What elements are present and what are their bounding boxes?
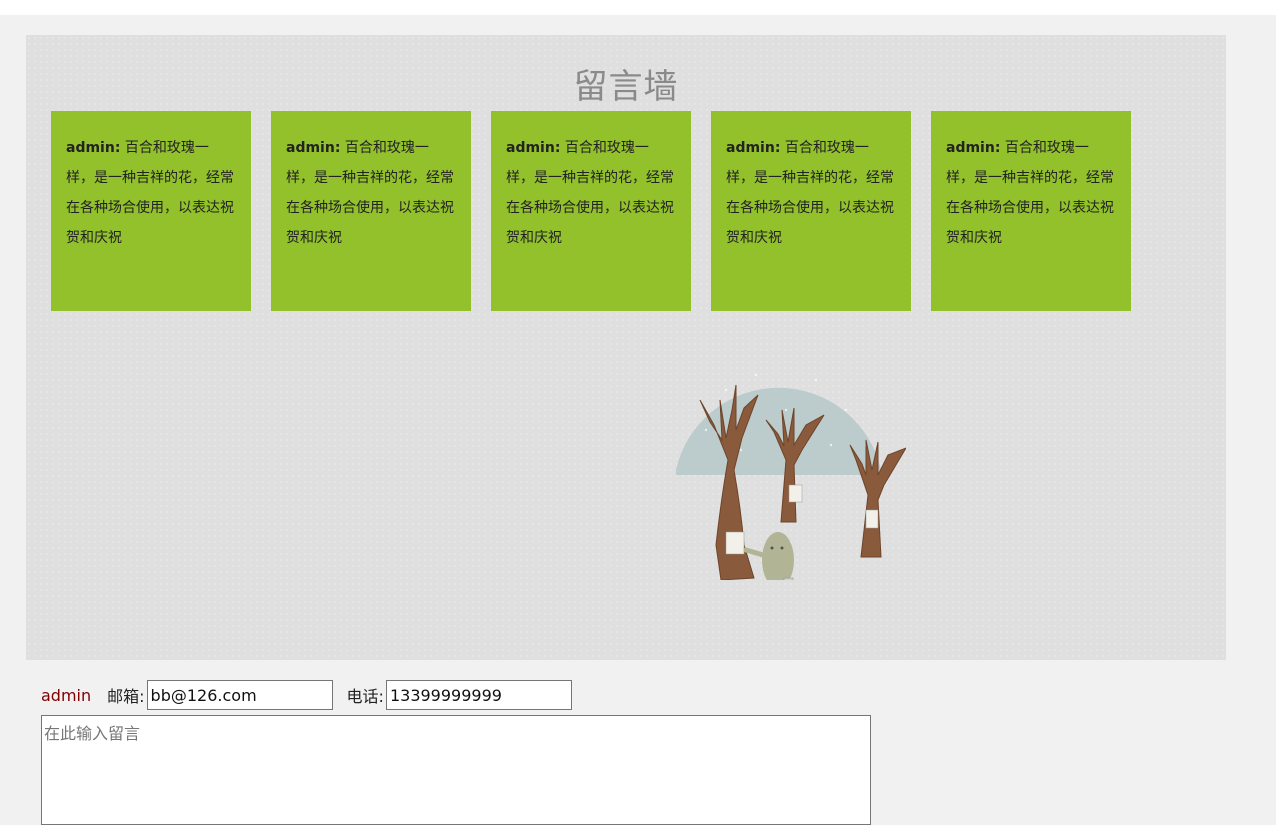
trees-illustration [676,373,906,580]
note-card: admin: 百合和玫瑰一样，是一种吉祥的花，经常在各种场合使用，以表达祝贺和庆… [491,111,691,311]
phone-field[interactable] [385,680,572,710]
contact-row: admin 邮箱: 电话: [41,680,572,710]
note-author: admin: [726,140,781,156]
note-card: admin: 百合和玫瑰一样，是一种吉祥的花，经常在各种场合使用，以表达祝贺和庆… [51,111,251,311]
note-author: admin: [66,140,121,156]
phone-label: 电话: [346,687,384,706]
message-input[interactable] [41,715,871,825]
note-card: admin: 百合和玫瑰一样，是一种吉祥的花，经常在各种场合使用，以表达祝贺和庆… [271,111,471,311]
message-wall: 留言墙 admin: 百合和玫瑰一样，是一种吉祥的花，经常在各种场合使用，以表达… [26,35,1226,660]
note-author: admin: [506,140,561,156]
note-author: admin: [286,140,341,156]
email-field[interactable] [146,680,333,710]
top-strip [0,0,1276,15]
note-author: admin: [946,140,1001,156]
wall-title: 留言墙 [573,67,679,107]
note-card: admin: 百合和玫瑰一样，是一种吉祥的花，经常在各种场合使用，以表达祝贺和庆… [711,111,911,311]
email-label: 邮箱: [107,687,145,706]
note-card: admin: 百合和玫瑰一样，是一种吉祥的花，经常在各种场合使用，以表达祝贺和庆… [931,111,1131,311]
username-label: admin [41,685,92,705]
